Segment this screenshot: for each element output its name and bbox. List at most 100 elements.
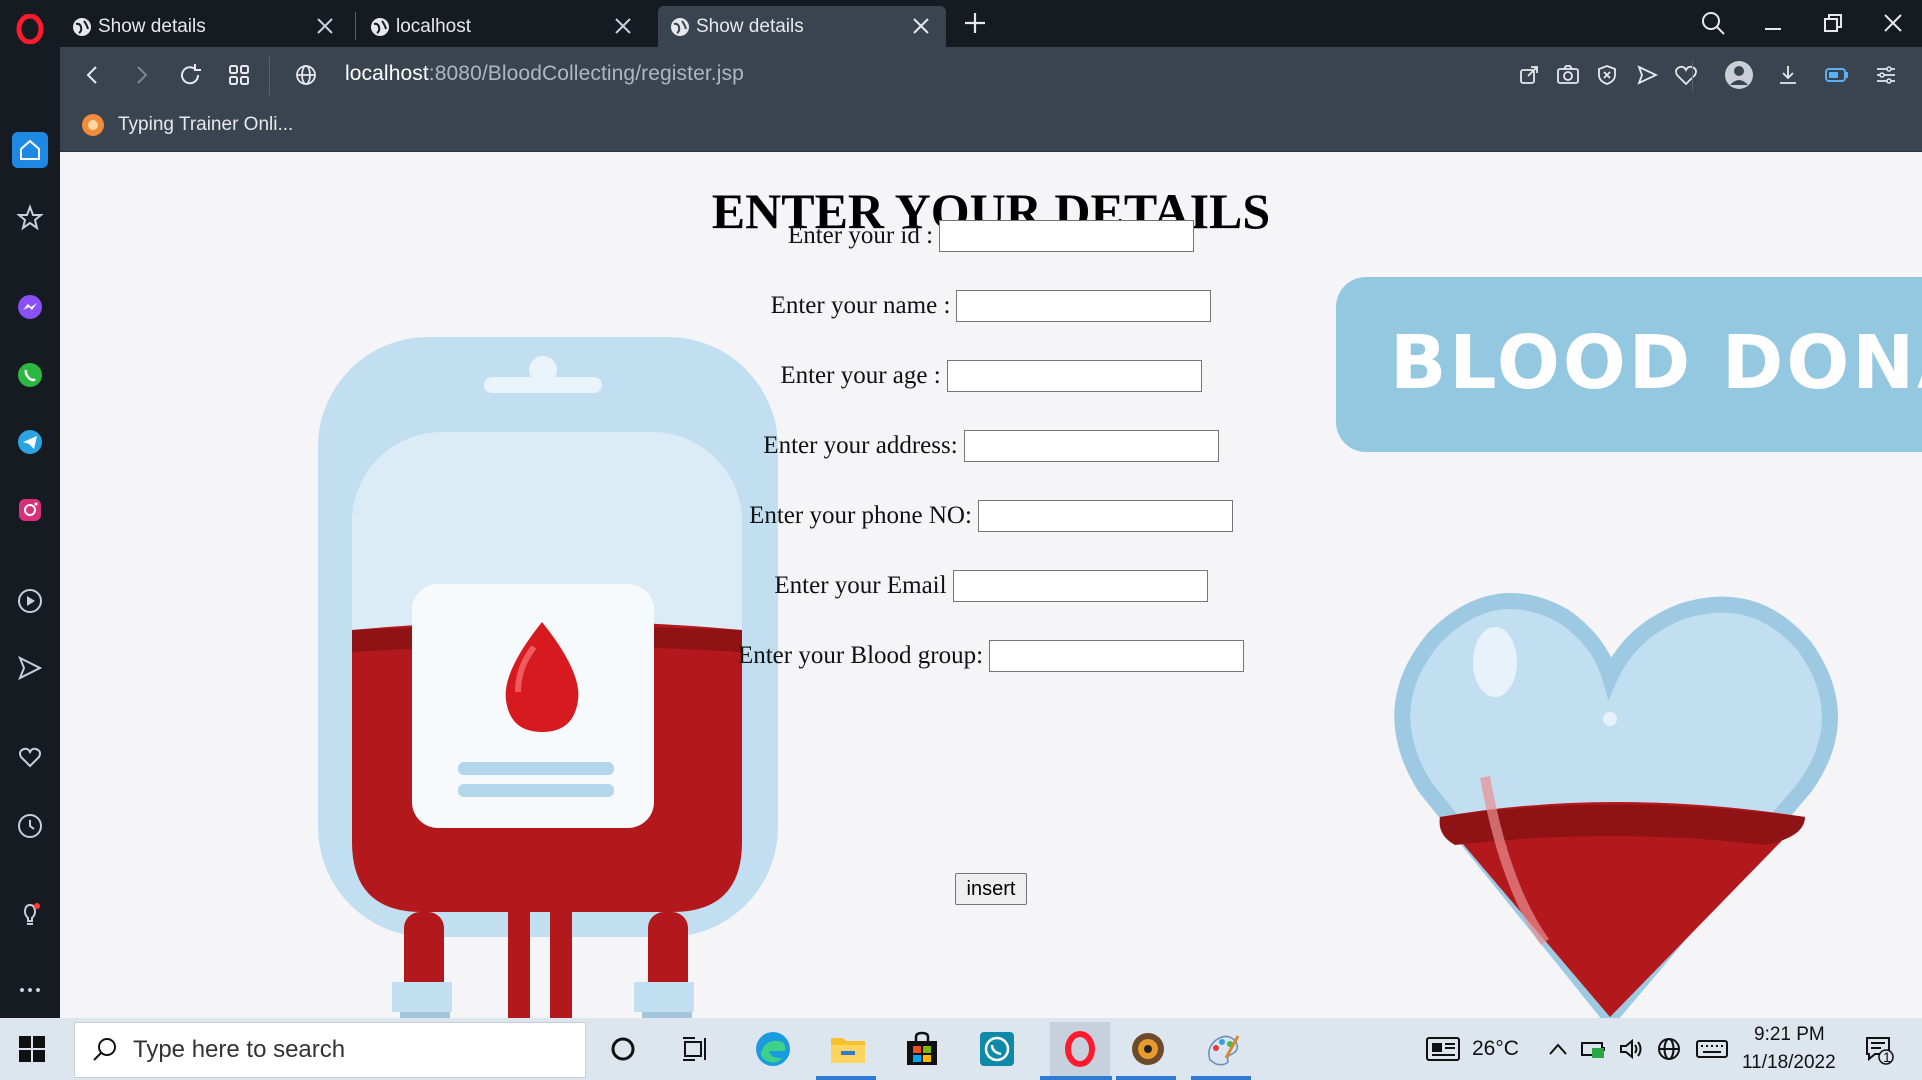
search-icon: [93, 1038, 116, 1061]
age-input[interactable]: [946, 360, 1202, 392]
toolbar-divider: [1692, 61, 1693, 91]
download-icon[interactable]: [1772, 59, 1804, 91]
globe-icon: [73, 17, 91, 36]
blood-group-input[interactable]: [989, 640, 1245, 672]
globe-icon: [671, 17, 689, 36]
cortana-icon[interactable]: [600, 1026, 646, 1072]
network-globe-icon[interactable]: [1652, 1026, 1686, 1072]
age-label: Enter your age :: [780, 362, 941, 389]
keyboard-icon[interactable]: [1692, 1026, 1732, 1072]
flow-icon[interactable]: [12, 650, 48, 686]
notification-count: 1: [1883, 1049, 1891, 1065]
opera-taskbar-icon[interactable]: [1050, 1022, 1110, 1076]
camera-icon[interactable]: [1552, 59, 1584, 91]
share-icon[interactable]: [1513, 59, 1545, 91]
close-icon[interactable]: [612, 15, 634, 37]
id-input[interactable]: [939, 220, 1195, 252]
bookmarks-bar: Typing Trainer Onli...: [60, 104, 1922, 152]
bookmark-heart-icon[interactable]: [1670, 59, 1702, 91]
phone-input[interactable]: [977, 500, 1233, 532]
telegram-icon[interactable]: [12, 424, 48, 460]
close-window-icon[interactable]: [1874, 6, 1912, 40]
address-input[interactable]: [963, 430, 1219, 462]
form-row-age: Enter your age :: [60, 360, 1922, 392]
weather-text[interactable]: 26°C: [1472, 1037, 1519, 1061]
home-icon[interactable]: [12, 132, 48, 168]
restore-icon[interactable]: [1814, 6, 1852, 40]
back-button[interactable]: [77, 59, 109, 91]
form-row-blood-group: Enter your Blood group:: [60, 640, 1922, 672]
email-input[interactable]: [952, 570, 1208, 602]
tab-localhost[interactable]: localhost: [358, 6, 648, 47]
bookmark-label: Typing Trainer Onli...: [118, 114, 294, 135]
form-row-email: Enter your Email: [60, 570, 1922, 602]
notification-center-icon[interactable]: 1: [1857, 1026, 1901, 1072]
battery-icon[interactable]: [1577, 1026, 1611, 1072]
close-icon[interactable]: [910, 15, 932, 37]
url-host: localhost: [345, 62, 429, 85]
address-field[interactable]: localhost:8080/BloodCollecting/register.…: [345, 62, 744, 86]
chevron-up-icon[interactable]: [1540, 1026, 1576, 1072]
insert-button[interactable]: insert: [955, 873, 1027, 905]
form-row-phone: Enter your phone NO:: [60, 500, 1922, 532]
form-row-name: Enter your name :: [60, 290, 1922, 322]
tab-label: localhost: [396, 15, 471, 37]
form-row-address: Enter your address:: [60, 430, 1922, 462]
tab-label: Show details: [98, 15, 206, 37]
more-icon[interactable]: [12, 972, 48, 1008]
name-label: Enter your name :: [770, 292, 951, 319]
reload-button[interactable]: [174, 59, 206, 91]
whatsapp-taskbar-icon[interactable]: [974, 1026, 1020, 1072]
address-label: Enter your address:: [763, 432, 958, 459]
minimize-icon[interactable]: [1754, 6, 1792, 40]
taskbar-search-input[interactable]: Type here to search: [74, 1022, 586, 1078]
news-widget-icon[interactable]: [1420, 1026, 1466, 1072]
paint-icon[interactable]: [1200, 1026, 1246, 1072]
search-placeholder: Type here to search: [133, 1036, 346, 1063]
adblock-icon[interactable]: [1591, 59, 1623, 91]
name-input[interactable]: [956, 290, 1212, 322]
send-icon[interactable]: [1631, 59, 1663, 91]
toolbar-divider: [269, 57, 270, 95]
edge-icon[interactable]: [750, 1026, 796, 1072]
clock-date[interactable]: 11/18/2022: [1742, 1052, 1836, 1074]
easy-setup-icon[interactable]: [1870, 59, 1902, 91]
search-tabs-icon[interactable]: [1694, 6, 1732, 40]
store-icon[interactable]: [899, 1026, 945, 1072]
whatsapp-icon[interactable]: [12, 357, 48, 393]
messenger-icon[interactable]: [12, 289, 48, 325]
forward-button[interactable]: [125, 59, 157, 91]
clock-time[interactable]: 9:21 PM: [1754, 1024, 1825, 1046]
tab-label: Show details: [696, 15, 804, 37]
site-info-icon[interactable]: [290, 59, 322, 91]
address-toolbar: localhost:8080/BloodCollecting/register.…: [60, 47, 1922, 104]
profile-icon[interactable]: [1723, 59, 1755, 91]
tab-grid-button[interactable]: [223, 59, 255, 91]
screen: Show details localhost Show details loca…: [0, 0, 1922, 1080]
file-explorer-icon[interactable]: [825, 1026, 871, 1072]
new-tab-icon[interactable]: [960, 8, 990, 38]
instagram-icon[interactable]: [12, 492, 48, 528]
star-icon[interactable]: [12, 200, 48, 236]
globe-icon: [371, 17, 389, 36]
history-icon[interactable]: [12, 808, 48, 844]
game-app-icon[interactable]: [1125, 1026, 1171, 1072]
heart-icon[interactable]: [12, 739, 48, 775]
bookmark-favicon-icon: [82, 114, 104, 136]
task-view-icon[interactable]: [673, 1026, 719, 1072]
player-icon[interactable]: [12, 583, 48, 619]
bookmark-typing-trainer[interactable]: Typing Trainer Onli...: [82, 114, 293, 136]
close-icon[interactable]: [314, 15, 336, 37]
windows-start-icon[interactable]: [18, 1035, 46, 1063]
volume-icon[interactable]: [1614, 1026, 1648, 1072]
tab-show-details-1[interactable]: Show details: [60, 6, 350, 47]
battery-saver-icon[interactable]: [1821, 59, 1853, 91]
tips-icon[interactable]: [12, 896, 48, 932]
tab-divider: [355, 12, 356, 40]
email-label: Enter your Email: [774, 572, 947, 599]
windows-taskbar: Type here to search 26°C 9:21 PM 11/18/2…: [0, 1018, 1922, 1080]
active-app-indicator: [1040, 1076, 1112, 1080]
opera-logo-icon[interactable]: [15, 14, 45, 44]
tab-show-details-active[interactable]: Show details: [658, 6, 946, 47]
url-path: :8080/BloodCollecting/register.jsp: [428, 62, 744, 85]
